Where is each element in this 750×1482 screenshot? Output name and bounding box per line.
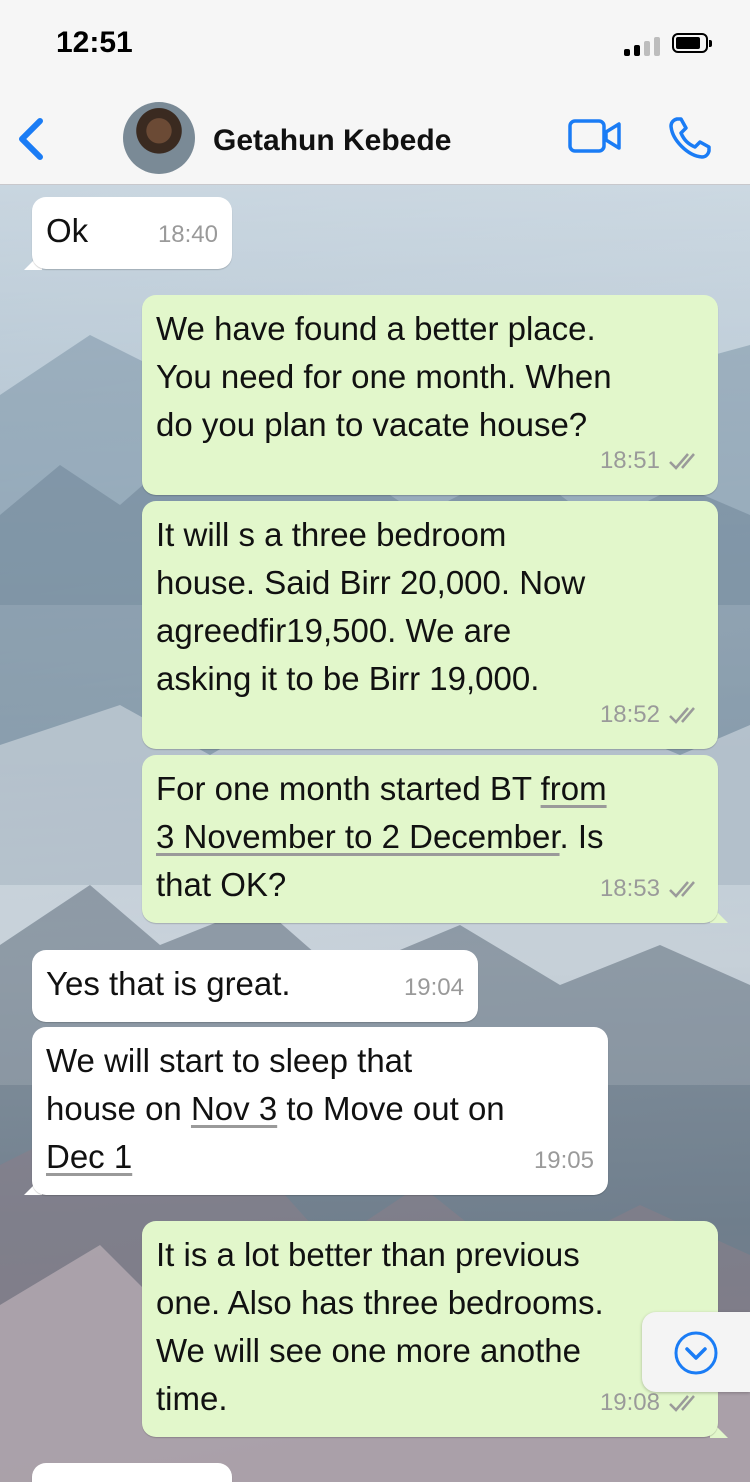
read-receipt-icon [669, 453, 695, 470]
contact-name[interactable]: Getahun Kebede [213, 124, 451, 158]
avatar[interactable] [123, 102, 195, 174]
message-bubble-outgoing[interactable]: It is a lot better than previous one. Al… [142, 1221, 718, 1437]
message-bubble-incoming[interactable]: Ok 18:40 [32, 197, 232, 269]
message-bubble-outgoing[interactable]: It will s a three bedroom house. Said Bi… [142, 501, 718, 749]
battery-icon [672, 33, 712, 53]
message-line: house. Said Birr 20,000. Now [156, 564, 586, 601]
status-time: 12:51 [56, 26, 133, 59]
message-line: It will s a three bedroom [156, 516, 507, 553]
message-bubble-incoming[interactable]: Yes that is great. 19:04 [32, 950, 478, 1022]
message-text: to Move out on [277, 1090, 505, 1127]
message-line: agreedfir19,500. We are [156, 612, 512, 649]
message-line: one. Also has three bedrooms. [156, 1284, 604, 1321]
message-text: For one month started BT [156, 770, 541, 807]
message-time: 18:53 [599, 875, 660, 902]
read-receipt-icon [669, 1395, 695, 1412]
chat-area[interactable]: Ok 18:40 We have found a better place. Y… [0, 185, 750, 1482]
date-link[interactable]: Nov 3 [191, 1090, 277, 1127]
message-line: We have found a better place. [156, 310, 596, 347]
message-line: It is a lot better than previous [156, 1236, 580, 1273]
message-time: 19:05 [533, 1147, 594, 1174]
message-line: We will start to sleep that [46, 1042, 413, 1079]
message-bubble-incoming[interactable]: We will start to sleep that house on Nov… [32, 1027, 608, 1195]
message-bubble-outgoing[interactable]: We have found a better place. You need f… [142, 295, 718, 495]
message-time: 18:51 [599, 447, 660, 474]
date-link[interactable]: 3 November to 2 December [156, 818, 560, 855]
read-receipt-icon [669, 707, 695, 724]
message-text: Ok [46, 212, 89, 249]
chevron-left-icon[interactable] [14, 115, 50, 163]
message-bubble-outgoing[interactable]: For one month started BT from 3 November… [142, 755, 718, 923]
message-time: 19:04 [403, 974, 464, 1001]
read-receipt-icon [669, 881, 695, 898]
message-time: 18:52 [599, 701, 660, 728]
message-time: 18:40 [157, 221, 218, 248]
date-link[interactable]: Dec 1 [46, 1138, 132, 1175]
status-bar: 12:51 [0, 0, 750, 88]
date-link[interactable]: from [541, 770, 607, 807]
phone-icon[interactable] [668, 116, 712, 160]
scroll-to-bottom-button[interactable] [642, 1312, 750, 1392]
message-text: . Is [559, 818, 604, 855]
message-text: house on [46, 1090, 191, 1127]
message-bubble-incoming[interactable] [32, 1463, 232, 1482]
cellular-signal-icon [624, 34, 664, 56]
video-camera-icon[interactable] [568, 118, 622, 154]
chevron-down-circle-icon [674, 1331, 718, 1375]
message-line: We will see one more anothe [156, 1332, 581, 1369]
message-text: Yes that is great. [46, 965, 291, 1002]
chat-header: Getahun Kebede [0, 88, 750, 185]
message-line: You need for one month. When [156, 358, 612, 395]
